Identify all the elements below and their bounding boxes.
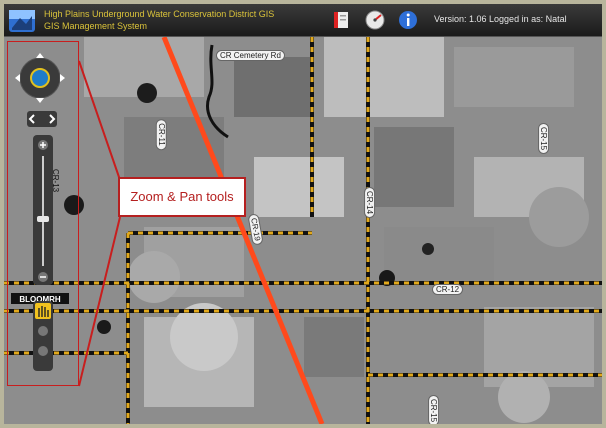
app-subtitle: GIS Management System: [44, 21, 148, 31]
road-label: CR-14: [364, 186, 376, 219]
zoom-slider-handle[interactable]: [37, 216, 49, 222]
app-frame: High Plains Underground Water Conservati…: [0, 0, 606, 428]
road-label: CR-11: [155, 119, 167, 150]
app-title: High Plains Underground Water Conservati…: [44, 9, 275, 19]
zoom-pan-callout: Zoom & Pan tools: [118, 177, 246, 217]
zoom-in-tool-icon[interactable]: [38, 326, 48, 336]
map-imagery: [4, 37, 602, 424]
book-icon[interactable]: [330, 9, 352, 31]
gauge-icon[interactable]: [364, 9, 386, 31]
map-view[interactable]: CR Cemetery Rd CR-11 CR-19 CR-14 CR-15 C…: [4, 37, 602, 424]
pan-right-button[interactable]: [60, 74, 65, 82]
zoom-pan-toolbar: BLOOMRH CR-13: [7, 41, 79, 386]
version-status: Version: 1.06 Logged in as: Natal: [434, 14, 567, 24]
road-label: CR-15: [538, 122, 550, 155]
pan-left-button[interactable]: [15, 74, 20, 82]
zoom-out-tool-icon[interactable]: [38, 346, 48, 356]
pan-up-button[interactable]: [36, 53, 44, 58]
zoom-pan-tools: BLOOMRH CR-13: [7, 41, 79, 386]
pan-down-button[interactable]: [36, 98, 44, 103]
road-label: CR Cemetery Rd: [216, 50, 285, 61]
info-icon[interactable]: [397, 9, 419, 31]
road-label: CR-15: [428, 394, 440, 424]
app-header: High Plains Underground Water Conservati…: [4, 4, 602, 37]
app-logo-icon: [9, 10, 35, 32]
road-label: CR-12: [432, 284, 464, 295]
road-label: CR-13: [51, 169, 60, 193]
globe-icon[interactable]: [30, 68, 50, 88]
